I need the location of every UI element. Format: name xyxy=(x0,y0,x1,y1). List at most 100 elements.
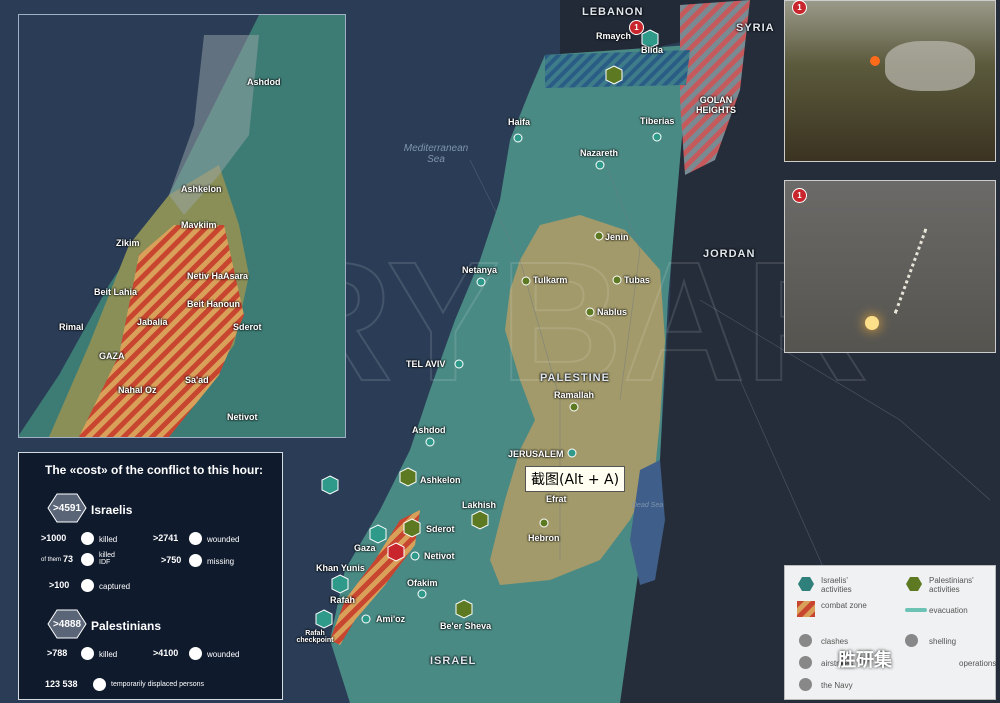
cost-palestinians-label: Palestinians xyxy=(91,619,162,633)
inset-label-mavkiim: Mavkiim xyxy=(181,220,217,230)
isr-of-them: of them xyxy=(41,557,62,563)
marker-tubas xyxy=(612,275,622,285)
hex-khanyunis xyxy=(331,574,349,594)
dead-sea-label: Dead Sea xyxy=(632,502,664,509)
city-nazareth: Nazareth xyxy=(580,148,619,158)
marker-jerusalem xyxy=(567,448,577,458)
inset-label-jabalia: Jabalia xyxy=(137,317,168,327)
legend-clashes-icon xyxy=(799,634,812,647)
hex-lakhish xyxy=(471,510,489,530)
wounded-icon xyxy=(189,532,202,545)
region-palestine: PALESTINE xyxy=(540,372,610,384)
isr-missing-label: missing xyxy=(207,557,235,566)
photo-night-flash xyxy=(865,316,879,330)
hex-clash-gaza xyxy=(387,542,405,562)
hex-navy xyxy=(321,475,339,495)
isr-killed-label: killed xyxy=(99,535,118,544)
cost-israelis-total: >4591 xyxy=(52,503,82,514)
isr-wounded-label: wounded xyxy=(207,535,240,544)
legend-combat: combat zone xyxy=(821,601,867,610)
marker-hebron xyxy=(539,518,549,528)
captured-icon xyxy=(81,579,94,592)
legend-navy: the Navy xyxy=(821,681,853,690)
city-ramallah: Ramallah xyxy=(554,390,595,400)
city-khanyunis: Khan Yunis xyxy=(316,563,365,573)
city-beersheva: Be'er Sheva xyxy=(440,621,492,631)
inset-label-rimal: Rimal xyxy=(59,322,84,332)
legend-shelling-icon xyxy=(905,634,918,647)
inset-label-ashdod: Ashdod xyxy=(247,77,281,87)
marker-ashdod xyxy=(425,437,435,447)
pal-killed-label: killed xyxy=(99,650,118,659)
marker-telaviv xyxy=(454,359,464,369)
inset-label-nahal-oz: Nahal Oz xyxy=(118,385,157,395)
photo-fire-flame xyxy=(870,56,880,66)
city-blida: Blida xyxy=(641,45,664,55)
region-israel: ISRAEL xyxy=(430,655,477,667)
photo-badge-2: 1 xyxy=(792,188,807,203)
isr-captured-value: >100 xyxy=(49,580,70,590)
map-legend: Israelis' activities Palestinians' activ… xyxy=(784,565,996,700)
missing-icon xyxy=(189,554,202,567)
pal-wounded-icon xyxy=(189,647,202,660)
hex-north xyxy=(605,65,623,85)
city-ashdod: Ashdod xyxy=(412,425,446,435)
city-jenin: Jenin xyxy=(605,232,629,242)
marker-netivot xyxy=(410,551,420,561)
inset-label-sderot: Sderot xyxy=(233,322,262,332)
legend-israeli: Israelis' activities xyxy=(821,576,852,594)
hex-gaza xyxy=(369,524,387,544)
marker-tulkarm xyxy=(521,276,531,286)
city-amioz: Ami'oz xyxy=(376,614,406,624)
inset-label-saad: Sa'ad xyxy=(185,375,209,385)
city-haifa: Haifa xyxy=(508,117,531,127)
displaced-icon xyxy=(93,678,106,691)
marker-ofakim xyxy=(417,589,427,599)
city-gaza: Gaza xyxy=(354,543,376,553)
legend-navy-icon xyxy=(799,678,812,691)
marker-nazareth xyxy=(595,160,605,170)
legend-shelling: shelling xyxy=(929,637,957,646)
marker-tiberias xyxy=(652,132,662,142)
city-rafah: Rafah xyxy=(330,595,356,605)
city-tubas: Tubas xyxy=(624,275,650,285)
city-lakhish: Lakhish xyxy=(462,500,497,510)
legend-combat-icon xyxy=(797,601,815,617)
marker-amioz xyxy=(361,614,371,624)
inset-label-zikim: Zikim xyxy=(116,238,140,248)
hex-ashkelon xyxy=(399,467,417,487)
inset-label-beit-hanoun: Beit Hanoun xyxy=(187,299,240,309)
isr-wounded-value: >2741 xyxy=(153,533,179,543)
hex-sderot xyxy=(403,518,421,538)
region-golan: GOLAN HEIGHTS xyxy=(696,95,737,115)
inset-label-netivot: Netivot xyxy=(227,412,258,422)
wechat-watermark: 胜研集 xyxy=(838,650,892,671)
marker-nablus xyxy=(585,307,595,317)
inset-label-gaza: GAZA xyxy=(99,351,125,361)
legend-palestinian-icon xyxy=(906,577,922,591)
inset-label-beit-lahia: Beit Lahia xyxy=(94,287,138,297)
map-badge: 1 xyxy=(629,20,644,35)
cost-title: The «cost» of the conflict to this hour: xyxy=(45,463,264,477)
hex-rafah xyxy=(315,609,333,629)
city-rmaych: Rmaych xyxy=(596,31,632,41)
photo-fire-smoke xyxy=(885,41,975,91)
photo-badge-1: 1 xyxy=(792,0,807,15)
legend-clashes: clashes xyxy=(821,637,849,646)
city-tiberias: Tiberias xyxy=(640,116,675,126)
city-ofakim: Ofakim xyxy=(407,578,438,588)
hex-beersheva xyxy=(455,599,473,619)
isr-missing-value: >750 xyxy=(161,555,182,565)
idf-icon xyxy=(81,553,94,566)
sea-label: Mediterranean Sea xyxy=(403,143,469,165)
isr-killed-value: >1000 xyxy=(41,533,67,543)
city-hebron: Hebron xyxy=(528,533,560,543)
city-sderot: Sderot xyxy=(426,524,455,534)
city-efrat: Efrat xyxy=(546,494,567,504)
cost-panel: The «cost» of the conflict to this hour:… xyxy=(18,452,283,700)
pal-wounded-value: >4100 xyxy=(153,648,179,658)
isr-captured-label: captured xyxy=(99,582,131,591)
city-ashkelon: Ashkelon xyxy=(420,475,461,485)
city-nablus: Nablus xyxy=(597,307,628,317)
photo-night xyxy=(784,180,996,353)
